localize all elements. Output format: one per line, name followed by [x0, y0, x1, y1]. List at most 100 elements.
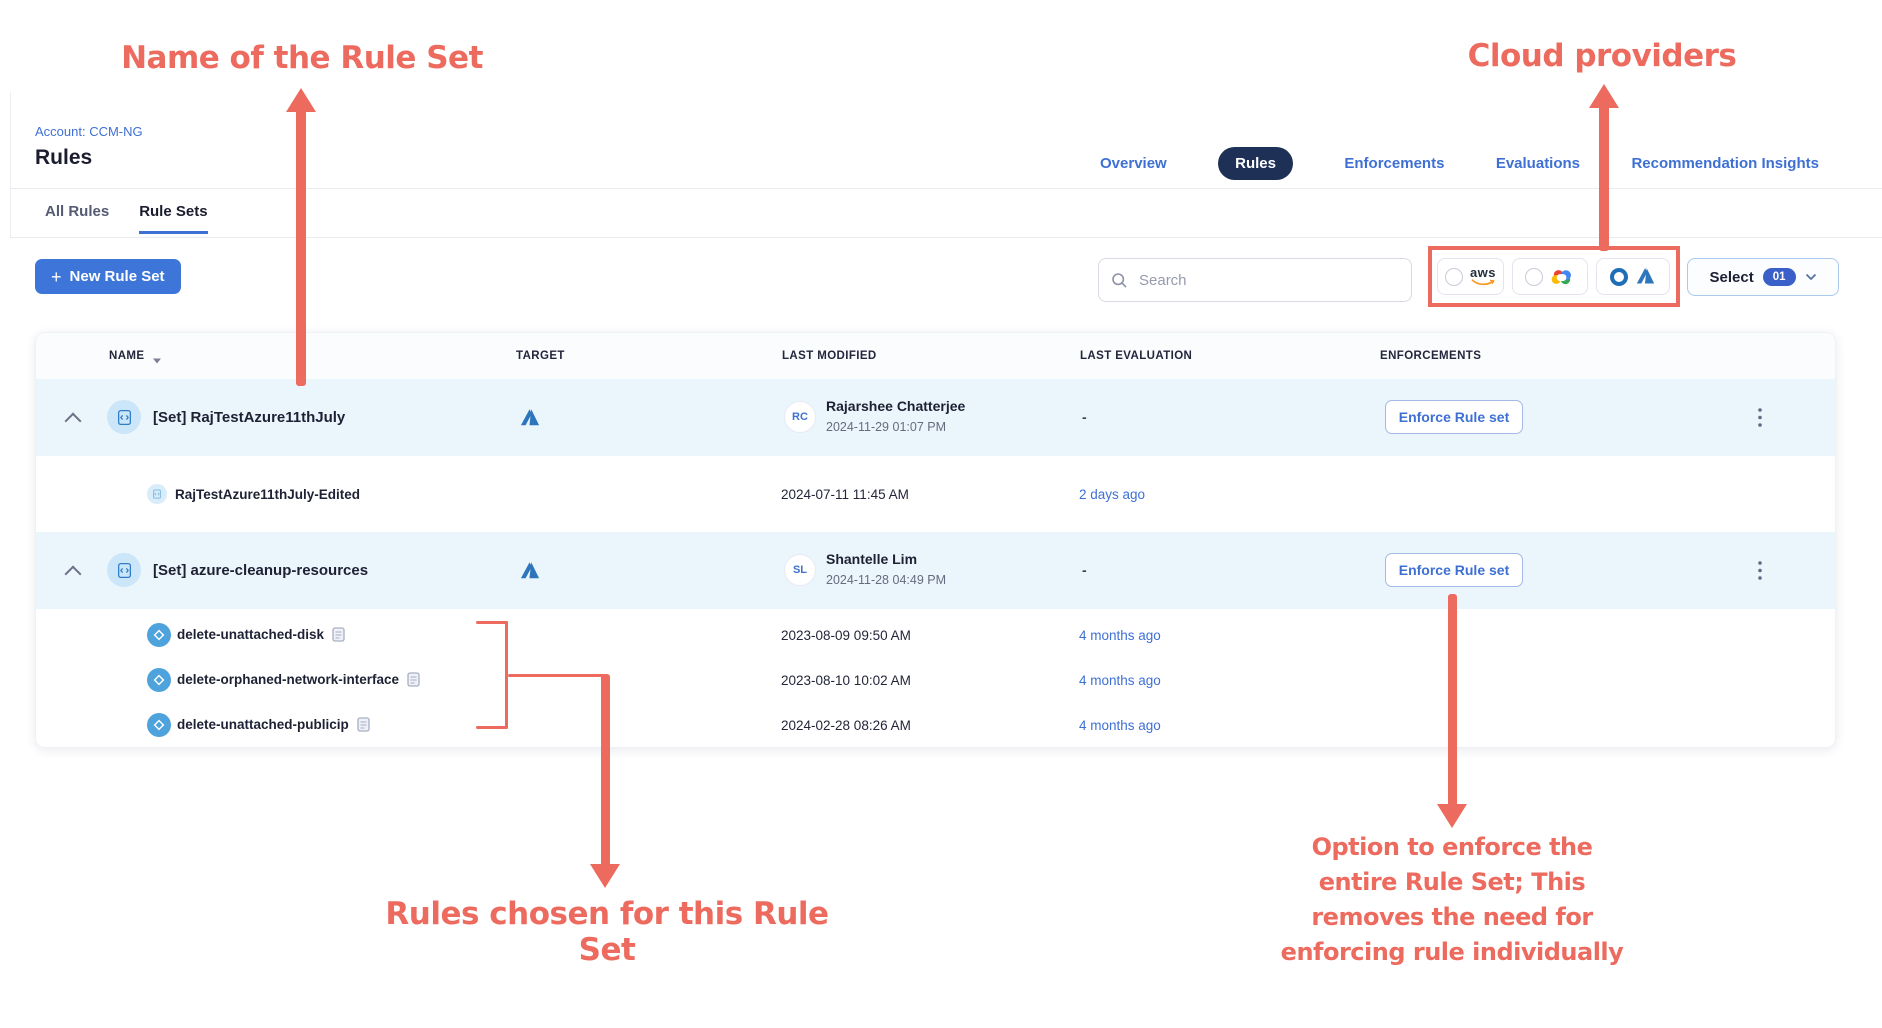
new-rule-set-button[interactable]: + New Rule Set — [35, 259, 181, 294]
annotation-line: Option to enforce the — [1242, 830, 1662, 865]
evaluation-value: - — [1082, 409, 1087, 425]
azure-target-icon — [519, 560, 541, 587]
rule-mini-icon — [147, 484, 167, 504]
rule-modified-date: 2024-02-28 08:26 AM — [781, 718, 911, 733]
document-icon[interactable] — [407, 672, 420, 687]
rule-name[interactable]: RajTestAzure11thJuly-Edited — [175, 487, 360, 502]
rule-evaluation-link[interactable]: 2 days ago — [1079, 487, 1145, 502]
chevron-down-icon — [1805, 273, 1817, 281]
column-name[interactable]: NAME — [109, 333, 144, 379]
bracket-stem — [508, 674, 605, 677]
rule-evaluation-link[interactable]: 4 months ago — [1079, 718, 1161, 733]
rule-name[interactable]: delete-unattached-publicip — [177, 717, 370, 732]
ruleset-icon — [107, 400, 141, 434]
breadcrumb-account[interactable]: Account: CCM-NG — [35, 124, 143, 139]
bracket-bottom — [476, 726, 508, 729]
provider-toggle-gcp[interactable] — [1512, 258, 1588, 295]
nav-recommendation-insights[interactable]: Recommendation Insights — [1631, 155, 1819, 172]
annotation-line: removes the need for — [1242, 900, 1662, 935]
ruleset-row[interactable]: [Set] azure-cleanup-resources SL Shantel… — [36, 532, 1835, 609]
rule-modified-date: 2024-07-11 11:45 AM — [781, 487, 909, 502]
annotation-name-of-rule-set: Name of the Rule Set — [112, 40, 492, 76]
rule-sets-table: NAME TARGET LAST MODIFIED LAST EVALUATIO… — [35, 332, 1836, 748]
nav-rules[interactable]: Rules — [1218, 147, 1293, 180]
azure-icon — [1635, 266, 1656, 287]
new-rule-set-label: New Rule Set — [70, 268, 165, 285]
avatar: SL — [784, 554, 816, 586]
rules-list: delete-unattached-disk 2023-08-09 09:50 … — [36, 609, 1835, 748]
document-icon[interactable] — [357, 717, 370, 732]
column-last-evaluation: LAST EVALUATION — [1080, 333, 1192, 379]
collapse-chevron-icon[interactable] — [65, 566, 82, 583]
sort-caret-icon[interactable] — [152, 352, 162, 370]
owner-name: Shantelle Lim — [826, 551, 917, 567]
column-enforcements: ENFORCEMENTS — [1380, 333, 1481, 379]
kebab-menu-icon[interactable] — [1758, 561, 1762, 585]
rule-modified-date: 2023-08-09 09:50 AM — [781, 628, 911, 643]
arrow-shaft — [1599, 104, 1609, 251]
rule-row[interactable]: delete-unattached-disk 2023-08-09 09:50 … — [36, 613, 1835, 658]
arrow-down-icon — [590, 864, 620, 888]
enforce-rule-set-button[interactable]: Enforce Rule set — [1385, 400, 1523, 434]
azure-radio-selected[interactable] — [1610, 268, 1628, 286]
rule-name[interactable]: delete-unattached-disk — [177, 627, 345, 642]
rule-icon — [147, 623, 171, 647]
annotation-line: entire Rule Set; This — [1242, 865, 1662, 900]
column-last-modified: LAST MODIFIED — [782, 333, 877, 379]
column-target: TARGET — [516, 333, 565, 379]
gcp-radio[interactable] — [1525, 268, 1543, 286]
rule-row[interactable]: delete-orphaned-network-interface 2023-0… — [36, 658, 1835, 703]
select-label: Select — [1710, 269, 1754, 286]
ruleset-name[interactable]: [Set] azure-cleanup-resources — [153, 562, 368, 579]
rule-evaluation-link[interactable]: 4 months ago — [1079, 628, 1161, 643]
top-nav: Overview Rules Enforcements Evaluations … — [1100, 147, 1819, 180]
rule-name[interactable]: delete-orphaned-network-interface — [177, 672, 420, 687]
annotation-rules-chosen: Rules chosen for this Rule Set — [366, 896, 848, 968]
provider-toggle-azure[interactable] — [1596, 258, 1670, 295]
rule-icon — [147, 713, 171, 737]
evaluation-value: - — [1082, 562, 1087, 578]
tab-rule-sets[interactable]: Rule Sets — [139, 203, 207, 234]
arrow-shaft — [296, 108, 306, 386]
aws-radio[interactable] — [1445, 268, 1463, 286]
arrow-shaft — [601, 674, 610, 866]
tab-bar: All Rules Rule Sets — [45, 203, 208, 234]
search-icon — [1111, 272, 1128, 289]
bracket-top — [476, 621, 508, 624]
search-box[interactable] — [1098, 258, 1412, 302]
select-count-badge: 01 — [1763, 268, 1796, 286]
azure-target-icon — [519, 407, 541, 434]
modified-date: 2024-11-28 04:49 PM — [826, 573, 946, 587]
modified-date: 2024-11-29 01:07 PM — [826, 420, 946, 434]
collapse-chevron-icon[interactable] — [65, 413, 82, 430]
nav-evaluations[interactable]: Evaluations — [1496, 155, 1580, 172]
rule-evaluation-link[interactable]: 4 months ago — [1079, 673, 1161, 688]
page-title: Rules — [35, 146, 92, 170]
plus-icon: + — [51, 268, 62, 286]
provider-toggle-aws[interactable]: aws — [1437, 258, 1504, 295]
nav-enforcements[interactable]: Enforcements — [1344, 155, 1444, 172]
tab-all-rules[interactable]: All Rules — [45, 203, 109, 234]
gcp-icon — [1550, 267, 1575, 287]
rule-modified-date: 2023-08-10 10:02 AM — [781, 673, 911, 688]
annotation-cloud-providers: Cloud providers — [1447, 38, 1757, 74]
kebab-menu-icon[interactable] — [1758, 408, 1762, 432]
arrow-down-icon — [1437, 804, 1467, 828]
avatar: RC — [784, 401, 816, 433]
arrow-shaft — [1448, 594, 1457, 806]
search-input[interactable] — [1137, 271, 1399, 290]
ruleset-name[interactable]: [Set] RajTestAzure11thJuly — [153, 409, 345, 426]
annotation-line: enforcing rule individually — [1242, 935, 1662, 970]
document-icon[interactable] — [332, 627, 345, 642]
rule-row[interactable]: delete-unattached-publicip 2024-02-28 08… — [36, 703, 1835, 748]
rule-row[interactable]: RajTestAzure11thJuly-Edited 2024-07-11 1… — [36, 456, 1835, 532]
select-dropdown[interactable]: Select 01 — [1687, 258, 1839, 296]
owner-name: Rajarshee Chatterjee — [826, 398, 965, 414]
page: Account: CCM-NG Rules Overview Rules Enf… — [0, 0, 1882, 1028]
ruleset-icon — [107, 553, 141, 587]
aws-icon: aws — [1470, 266, 1496, 287]
annotation-enforce-rule-set: Option to enforce the entire Rule Set; T… — [1242, 830, 1662, 970]
nav-overview[interactable]: Overview — [1100, 155, 1167, 172]
ruleset-row[interactable]: [Set] RajTestAzure11thJuly RC Rajarshee … — [36, 379, 1835, 456]
enforce-rule-set-button[interactable]: Enforce Rule set — [1385, 553, 1523, 587]
